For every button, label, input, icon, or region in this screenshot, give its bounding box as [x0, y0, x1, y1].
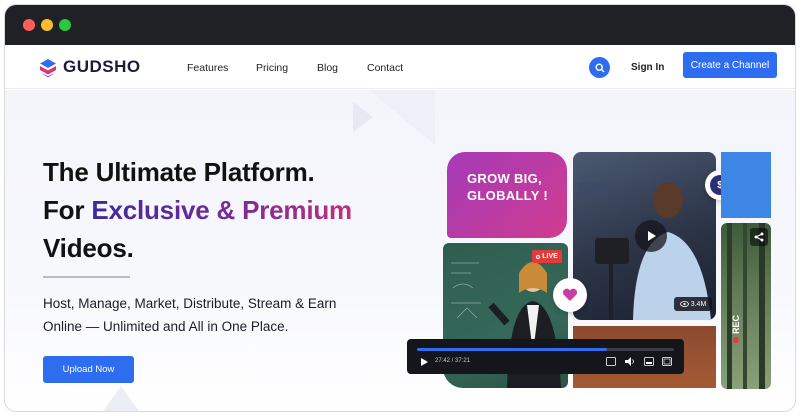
- hero-description-line1: Host, Manage, Market, Distribute, Stream…: [43, 296, 337, 311]
- close-window-button[interactable]: [23, 19, 35, 31]
- site-navbar: GUDSHO Features Pricing Blog Contact Sig…: [5, 45, 795, 89]
- create-channel-button[interactable]: Create a Channel: [683, 52, 777, 78]
- nav-link-pricing[interactable]: Pricing: [256, 62, 288, 74]
- search-icon: [594, 62, 604, 72]
- captions-icon[interactable]: [606, 357, 616, 366]
- search-button[interactable]: [589, 57, 610, 78]
- decorative-triangle-bottom: [103, 386, 139, 411]
- browser-window: GUDSHO Features Pricing Blog Contact Sig…: [4, 4, 796, 412]
- live-badge: LIVE: [532, 250, 562, 263]
- gudsho-logo-icon[interactable]: [38, 58, 58, 78]
- player-time: 27:42 / 37:21: [435, 358, 471, 364]
- eye-icon: [679, 301, 689, 307]
- hero-description-line2: Online — Unlimited and All in One Place.: [43, 319, 289, 334]
- nav-link-blog[interactable]: Blog: [317, 62, 338, 74]
- minimize-window-button[interactable]: [41, 19, 53, 31]
- hero-title-line2: For Exclusive & Premium: [43, 195, 352, 225]
- brand-name[interactable]: GUDSHO: [63, 57, 141, 77]
- nav-link-contact[interactable]: Contact: [367, 62, 403, 74]
- blue-accent-tile: [721, 152, 771, 218]
- grow-big-text: GROW BIG, GLOBALLY !: [467, 171, 549, 203]
- maximize-window-button[interactable]: [59, 19, 71, 31]
- volume-icon[interactable]: [625, 357, 635, 366]
- window-titlebar: [5, 5, 795, 45]
- sign-in-link[interactable]: Sign In: [631, 62, 664, 73]
- play-small-icon[interactable]: [421, 358, 428, 366]
- settings-icon[interactable]: [644, 357, 654, 366]
- views-badge: 3.4M: [674, 297, 712, 311]
- hero-divider: [43, 276, 130, 278]
- video-player-controls: 27:42 / 37:21: [407, 339, 684, 374]
- hero-highlight: Exclusive & Premium: [91, 195, 352, 225]
- forest-video-tile[interactable]: REC: [721, 223, 771, 389]
- play-button[interactable]: [635, 220, 667, 252]
- creator-video-tile[interactable]: [573, 152, 716, 320]
- upload-now-button[interactable]: Upload Now: [43, 356, 134, 383]
- nav-link-features[interactable]: Features: [187, 62, 228, 74]
- share-icon: [754, 232, 764, 242]
- progress-fill: [417, 348, 608, 351]
- fullscreen-icon[interactable]: [662, 357, 672, 366]
- grow-big-card: GROW BIG, GLOBALLY !: [447, 152, 567, 238]
- heart-icon: [562, 288, 578, 301]
- forest-illustration: [727, 223, 765, 389]
- like-badge: [553, 278, 587, 312]
- play-icon: [648, 231, 656, 241]
- decorative-triangles: [353, 90, 435, 145]
- progress-track[interactable]: [417, 348, 674, 351]
- rec-indicator: REC: [731, 315, 741, 343]
- share-button[interactable]: [750, 228, 768, 246]
- hero-title-line3: Videos.: [43, 233, 134, 263]
- hero-section: The Ultimate Platform. For Exclusive & P…: [5, 90, 795, 411]
- hero-title-line1: The Ultimate Platform.: [43, 157, 315, 187]
